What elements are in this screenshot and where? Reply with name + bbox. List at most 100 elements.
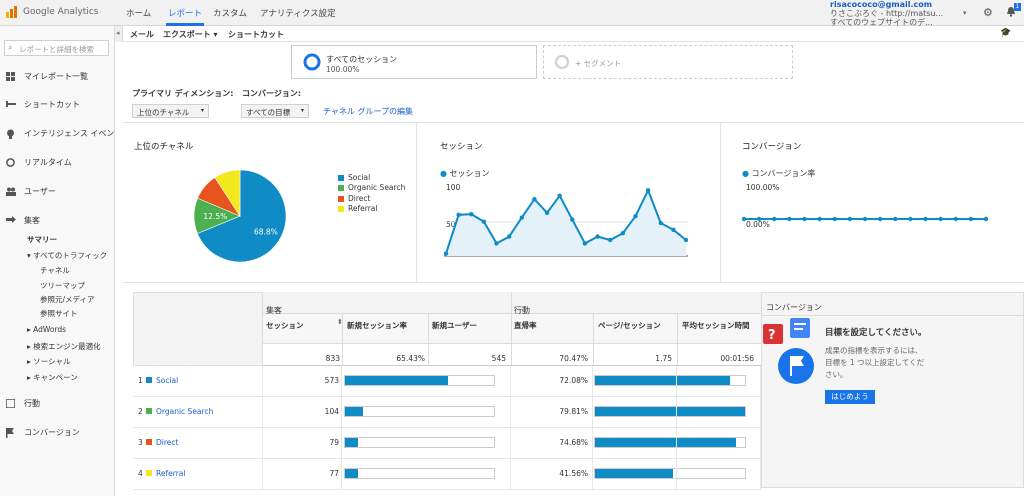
goal-desc-1: 成果の指標を表示するには、 [825,346,923,355]
sidebar-item-adwords[interactable]: ▸ AdWords [27,325,66,334]
divider [720,122,721,282]
legend-item: Direct [338,194,405,204]
sidebar-item-conversion[interactable]: コンバージョン [6,427,80,438]
sidebar-item-intelligence[interactable]: インテリジェンス イベン [6,128,114,139]
sidebar-item-label: リアルタイム [24,158,72,167]
pages-bar [594,437,746,448]
sidebar-item-users[interactable]: ユーザー [6,186,56,197]
row-channel-link[interactable]: Referral [156,469,185,478]
col-divider [341,397,342,428]
pages-bar-fill [595,469,673,478]
sidebar [0,26,115,496]
export-button[interactable]: エクスポート ▾ [163,29,218,40]
sidebar-item-all-traffic[interactable]: ▾ すべてのトラフィック [27,250,107,261]
col-pages-session[interactable]: ページ/セッション [598,320,668,332]
sidebar-subitem[interactable]: 参照サイト [40,308,78,319]
nav-admin[interactable]: アナリティクス設定 [260,7,336,19]
sessions-title: セッション [440,142,483,152]
segment-value: 100.00% [326,65,360,74]
pages-bar-fill [595,407,745,416]
row-sessions: 79 [329,438,339,447]
new-session-bar-fill [345,376,448,385]
col-avg-duration[interactable]: 平均セッション時間 [682,320,752,332]
data-point [923,216,928,222]
row-channel-link[interactable]: Organic Search [156,407,213,416]
sidebar-item-myreports[interactable]: マイレポート一覧 [6,71,88,82]
legend-label: Referral [348,204,378,214]
nav-home[interactable]: ホーム [126,7,151,19]
legend-swatch [338,175,344,181]
get-started-button[interactable]: はじめよう [825,390,875,404]
col-new-users[interactable]: 新規ユーザー [432,320,477,331]
pages-bar [594,375,746,386]
sessions-area-chart [444,188,689,257]
account-dropdown-icon[interactable]: ▾ [963,9,967,17]
row-channel-link[interactable]: Direct [156,438,178,447]
legend-item: Referral [338,204,405,214]
sidebar-subitem[interactable]: チャネル [40,265,70,276]
segment-ring-icon [303,53,321,71]
row-channel-link[interactable]: Social [156,376,178,385]
col-divider [341,459,342,490]
sidebar-item-summary[interactable]: サマリー [27,234,57,245]
nav-custom[interactable]: カスタム [213,7,247,19]
app-title: Google Analytics [23,7,99,17]
acquisition-icon [6,216,16,225]
col-divider [592,366,593,397]
conversion-value: すべての目標 [246,108,291,117]
notification-badge: 1 [1014,3,1021,11]
users-icon [6,187,16,196]
conversion-select[interactable]: すべての目標 ▾ [241,104,309,118]
pie-legend: Social Organic Search Direct Referral [338,173,405,215]
data-point [877,216,883,222]
nav-report[interactable]: レポート [168,7,202,19]
sessions-legend: ● セッション [440,169,490,178]
primary-dimension-select[interactable]: 上位のチャネル ▾ [132,104,209,118]
flag-icon [6,428,16,438]
search-field[interactable]: ⌕ レポートと詳細を検索 [4,40,109,56]
email-button[interactable]: メール [130,29,154,40]
y-tick-label: 100.00% [746,183,780,192]
legend-item: Social [338,173,405,183]
col-divider [676,366,677,397]
data-point [832,216,837,222]
segment-name: すべてのセッション [326,55,398,64]
shortcut-button[interactable]: ショートカット [228,29,284,40]
sidebar-item-acquisition[interactable]: 集客 [6,215,40,226]
segment-all-sessions[interactable]: すべてのセッション 100.00% [291,45,537,79]
col-divider [262,459,263,490]
sidebar-item-campaign[interactable]: ▸ キャンペーン [27,372,78,383]
col-divider [592,459,593,490]
bulb-icon [6,129,16,139]
col-bounce-rate[interactable]: 直帰率 [514,320,537,331]
row-bounce: 72.08% [559,376,588,385]
add-segment-button[interactable]: + セグメント [543,45,793,79]
divider [123,122,1024,123]
graduation-cap-icon[interactable]: 🎓 [1000,28,1011,38]
search-icon: ⌕ [8,43,13,52]
sidebar-item-shortcuts[interactable]: ショートカット [6,99,80,110]
legend-item: Organic Search [338,183,405,193]
sidebar-collapse-button[interactable]: ◂ [115,26,123,42]
legend-label: Direct [348,193,371,203]
row-rank: 2 [138,407,143,416]
sidebar-item-behavior[interactable]: 行動 [5,398,40,409]
new-session-bar [344,437,495,448]
sidebar-subitem[interactable]: 参照元/メディア [40,294,95,305]
primary-dimension-label: プライマリ ディメンション: [132,89,234,98]
col-new-session-rate[interactable]: 新規セッション率 [347,320,407,332]
row-bounce: 41.56% [559,469,588,478]
edit-channel-group-link[interactable]: チャネル グループの編集 [323,106,413,117]
conversion-panel-title: コンバージョン [766,303,822,312]
col-divider [510,428,511,459]
data-point [787,216,792,222]
col-sessions[interactable]: セッション [266,320,342,331]
divider [761,315,1024,316]
sidebar-subitem[interactable]: ツリーマップ [40,280,85,291]
sidebar-item-realtime[interactable]: リアルタイム [6,157,72,168]
sidebar-item-social[interactable]: ▸ ソーシャル [27,356,71,367]
sidebar-item-seo[interactable]: ▸ 検索エンジン最適化 [27,341,101,352]
primary-dimension-value: 上位のチャネル [137,108,190,117]
sidebar-item-label: マイレポート一覧 [24,72,88,81]
gear-icon[interactable]: ⚙ [983,6,993,19]
